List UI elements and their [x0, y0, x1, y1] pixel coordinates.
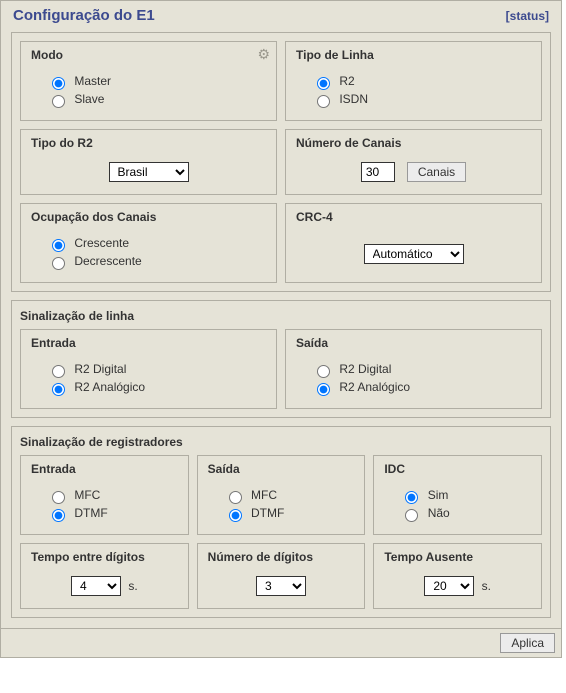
num-digitos-box: Número de dígitos 3 — [197, 543, 366, 609]
sin-reg-group: Sinalização de registradores Entrada MFC… — [11, 426, 551, 618]
sre-dtmf-label[interactable]: DTMF — [47, 504, 178, 522]
srs-dtmf-radio[interactable] — [229, 509, 242, 522]
sin-reg-title: Sinalização de registradores — [20, 435, 542, 455]
sls-digital-radio[interactable] — [317, 365, 330, 378]
srs-mfc-label[interactable]: MFC — [224, 486, 355, 504]
idc-sim-label[interactable]: Sim — [400, 486, 531, 504]
modo-box: ⚙ Modo Master Slave — [20, 41, 277, 121]
sle-analogico-label[interactable]: R2 Analógico — [47, 378, 266, 396]
sls-analogico-label[interactable]: R2 Analógico — [312, 378, 531, 396]
modo-master-label[interactable]: Master — [47, 72, 266, 90]
sle-digital-radio[interactable] — [52, 365, 65, 378]
modo-master-radio[interactable] — [52, 77, 65, 90]
tipo-r2-select[interactable]: Brasil — [109, 162, 189, 182]
footer-bar: Aplica — [0, 629, 562, 658]
gear-icon[interactable]: ⚙ — [257, 46, 270, 63]
num-canais-box: Número de Canais Canais — [285, 129, 542, 195]
apply-button[interactable]: Aplica — [500, 633, 555, 653]
num-canais-input[interactable] — [361, 162, 395, 182]
modo-legend: Modo — [31, 48, 266, 68]
srs-dtmf-label[interactable]: DTMF — [224, 504, 355, 522]
tempo-ausente-select[interactable]: 20 — [424, 576, 474, 596]
tipo-linha-r2-label[interactable]: R2 — [312, 72, 531, 90]
crc4-box: CRC-4 Automático — [285, 203, 542, 283]
tipo-linha-isdn-label[interactable]: ISDN — [312, 90, 531, 108]
sin-linha-group: Sinalização de linha Entrada R2 Digital … — [11, 300, 551, 418]
sin-linha-entrada-legend: Entrada — [31, 336, 266, 356]
sre-box: Entrada MFC DTMF — [20, 455, 189, 535]
ocupacao-legend: Ocupação dos Canais — [31, 210, 266, 230]
ocupacao-crescente-radio[interactable] — [52, 239, 65, 252]
sin-linha-title: Sinalização de linha — [20, 309, 542, 329]
tempo-ausente-suffix: s. — [482, 579, 491, 593]
tipo-linha-isdn-radio[interactable] — [317, 95, 330, 108]
tipo-r2-box: Tipo do R2 Brasil — [20, 129, 277, 195]
idc-nao-label[interactable]: Não — [400, 504, 531, 522]
sin-linha-saida-legend: Saída — [296, 336, 531, 356]
tempo-ausente-box: Tempo Ausente 20 s. — [373, 543, 542, 609]
sre-mfc-radio[interactable] — [52, 491, 65, 504]
tempo-ausente-legend: Tempo Ausente — [384, 550, 531, 570]
sls-analogico-radio[interactable] — [317, 383, 330, 396]
tipo-linha-box: Tipo de Linha R2 ISDN — [285, 41, 542, 121]
tempo-digitos-box: Tempo entre dígitos 4 s. — [20, 543, 189, 609]
num-canais-legend: Número de Canais — [296, 136, 531, 156]
ocupacao-box: Ocupação dos Canais Crescente Decrescent… — [20, 203, 277, 283]
sre-dtmf-radio[interactable] — [52, 509, 65, 522]
config-panel: Configuração do E1 [status] ⚙ Modo Maste… — [0, 0, 562, 629]
tempo-digitos-select[interactable]: 4 — [71, 576, 121, 596]
srs-legend: Saída — [208, 462, 355, 482]
idc-nao-radio[interactable] — [405, 509, 418, 522]
tipo-r2-legend: Tipo do R2 — [31, 136, 266, 156]
ocupacao-decrescente-label[interactable]: Decrescente — [47, 252, 266, 270]
idc-sim-radio[interactable] — [405, 491, 418, 504]
panel-title: Configuração do E1 — [13, 7, 155, 24]
sls-digital-label[interactable]: R2 Digital — [312, 360, 531, 378]
panel-header: Configuração do E1 [status] — [11, 1, 551, 32]
crc4-legend: CRC-4 — [296, 210, 531, 230]
sin-linha-entrada-box: Entrada R2 Digital R2 Analógico — [20, 329, 277, 409]
idc-legend: IDC — [384, 462, 531, 482]
canais-button[interactable]: Canais — [407, 162, 466, 182]
tipo-linha-legend: Tipo de Linha — [296, 48, 531, 68]
sre-mfc-label[interactable]: MFC — [47, 486, 178, 504]
modo-slave-radio[interactable] — [52, 95, 65, 108]
tipo-linha-r2-radio[interactable] — [317, 77, 330, 90]
num-digitos-select[interactable]: 3 — [256, 576, 306, 596]
num-digitos-legend: Número de dígitos — [208, 550, 355, 570]
ocupacao-decrescente-radio[interactable] — [52, 257, 65, 270]
sin-linha-saida-box: Saída R2 Digital R2 Analógico — [285, 329, 542, 409]
config-body: ⚙ Modo Master Slave Tipo de Linha — [11, 32, 551, 292]
modo-slave-label[interactable]: Slave — [47, 90, 266, 108]
status-link[interactable]: [status] — [506, 9, 549, 23]
srs-box: Saída MFC DTMF — [197, 455, 366, 535]
sre-legend: Entrada — [31, 462, 178, 482]
sle-digital-label[interactable]: R2 Digital — [47, 360, 266, 378]
sle-analogico-radio[interactable] — [52, 383, 65, 396]
idc-box: IDC Sim Não — [373, 455, 542, 535]
crc4-select[interactable]: Automático — [364, 244, 464, 264]
ocupacao-crescente-label[interactable]: Crescente — [47, 234, 266, 252]
tempo-digitos-legend: Tempo entre dígitos — [31, 550, 178, 570]
tempo-digitos-suffix: s. — [128, 579, 137, 593]
srs-mfc-radio[interactable] — [229, 491, 242, 504]
